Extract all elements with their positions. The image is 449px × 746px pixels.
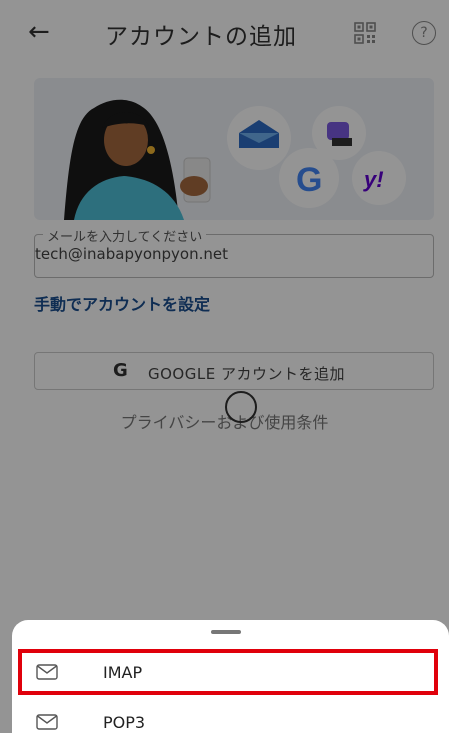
drag-handle[interactable] (211, 630, 241, 634)
option-imap[interactable]: IMAP (12, 648, 449, 696)
mail-icon (36, 714, 58, 730)
option-pop3-label: POP3 (103, 713, 146, 732)
option-pop3[interactable]: POP3 (12, 698, 449, 746)
protocol-bottom-sheet: IMAP POP3 (12, 620, 449, 733)
highlight-box (18, 649, 438, 695)
mail-icon (36, 664, 58, 680)
option-imap-label: IMAP (103, 663, 143, 682)
